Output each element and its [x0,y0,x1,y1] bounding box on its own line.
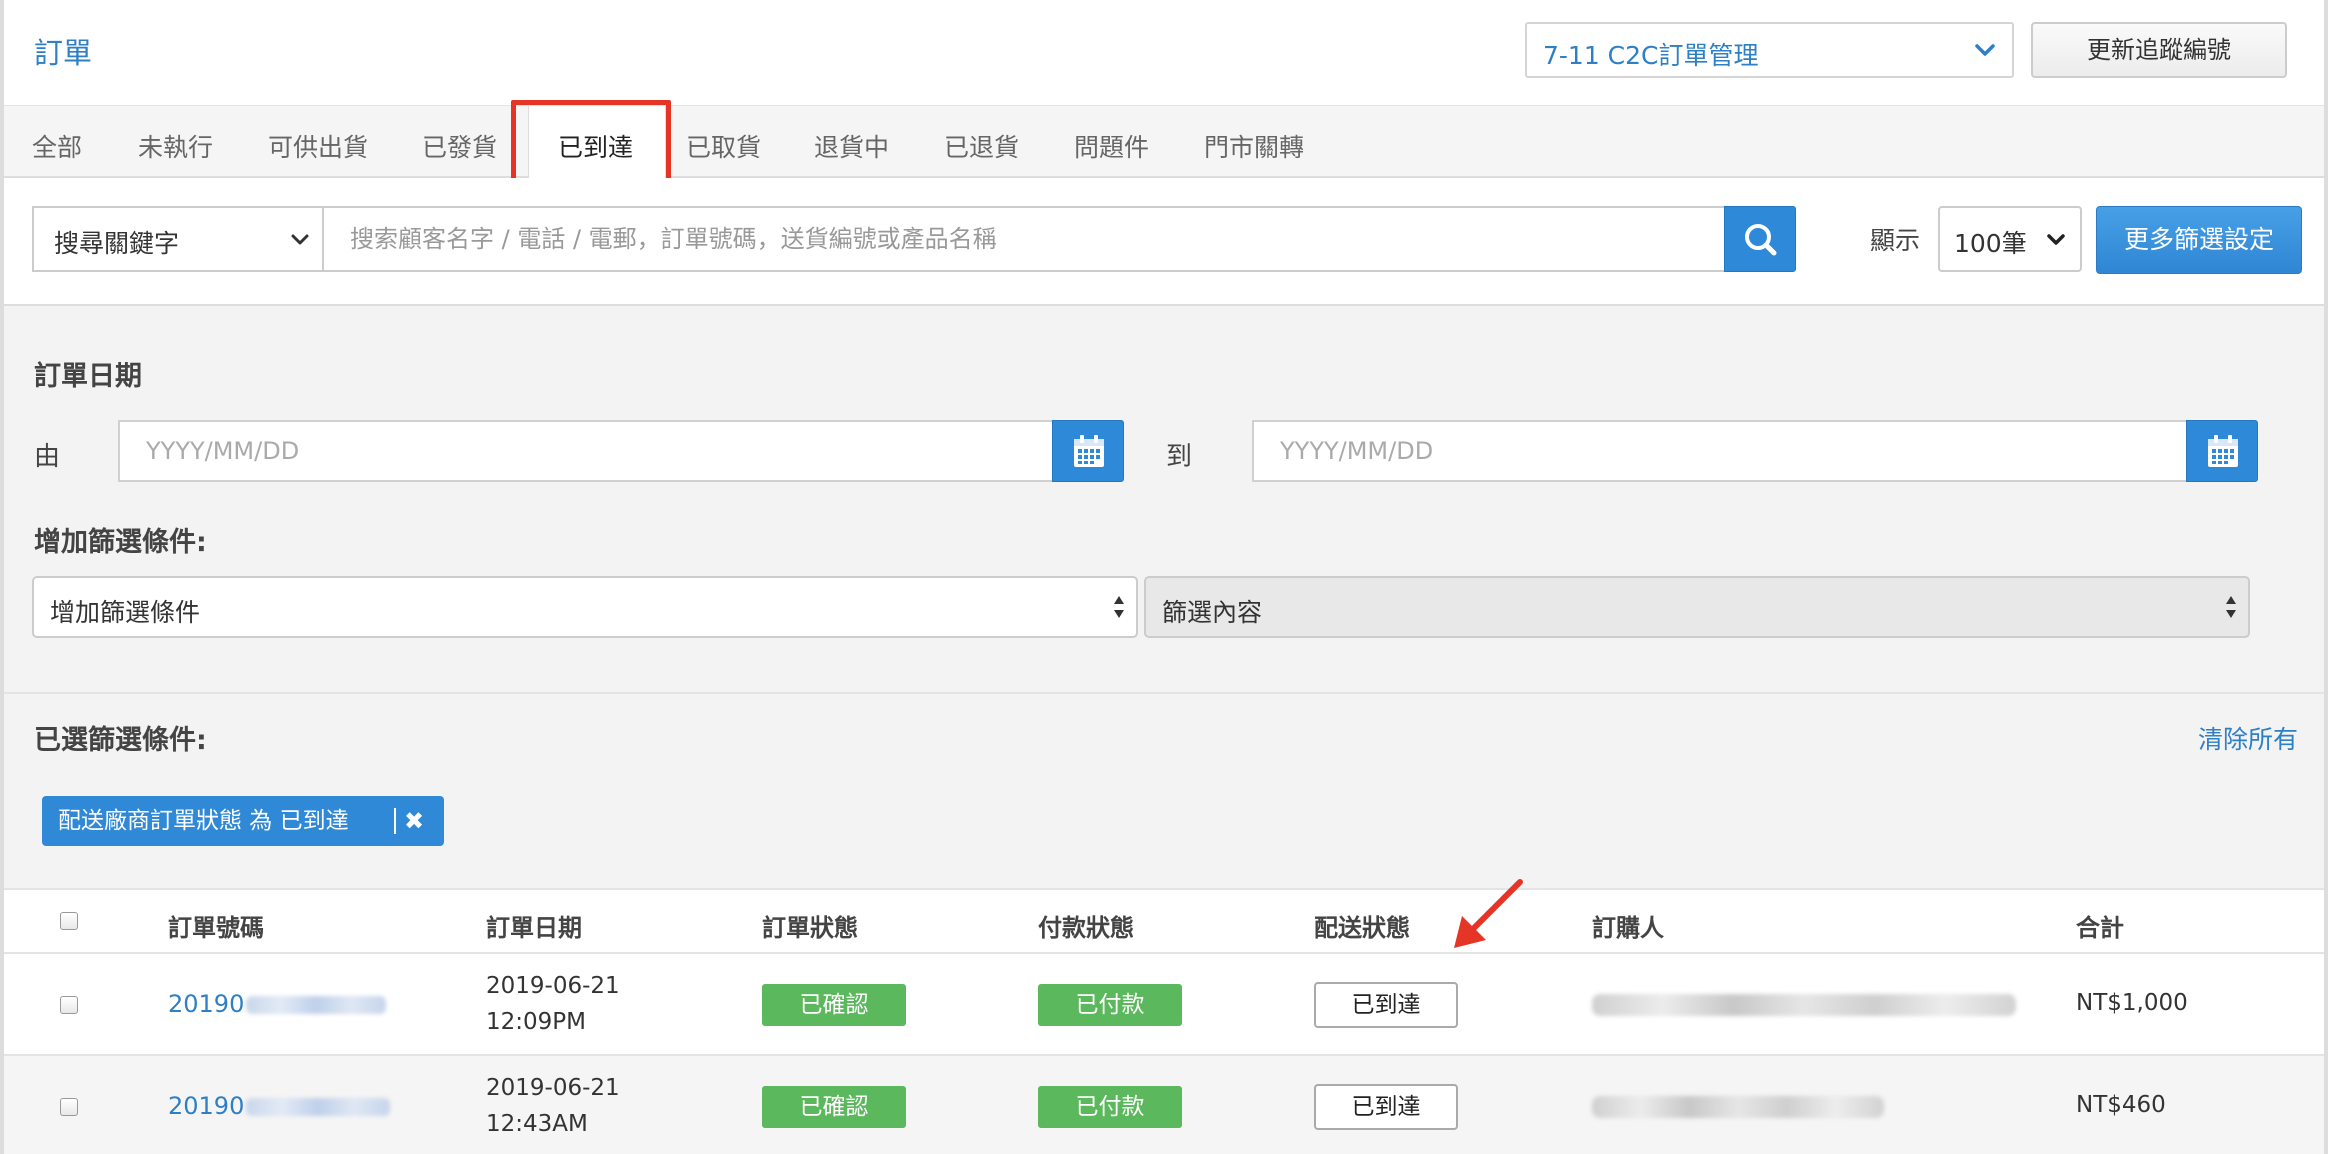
column-header-buyer: 訂購人 [1592,914,1664,942]
table-row: 20190 2019-06-21 12:43AM 已確認 已付款 已到達 NT$4… [4,1056,2324,1154]
order-date-heading: 訂單日期 [34,361,142,392]
chevron-down-icon [2046,230,2066,254]
condition-content-value: 篩選內容 [1162,598,1263,627]
column-header-total: 合計 [2076,914,2124,942]
status-tabs: 全部 未執行 可供出貨 已發貨 已到達 已取貨 退貨中 已退貨 問題件 門市關轉 [4,106,2324,178]
tab-picked-up[interactable]: 已取貨 [686,128,761,164]
clear-all-link[interactable]: 清除所有 [2198,720,2298,756]
chip-separator [394,808,396,834]
column-header-order-number: 訂單號碼 [168,914,264,942]
search-input[interactable] [322,206,1726,272]
tab-returning[interactable]: 退貨中 [814,128,889,164]
filter-panel: 訂單日期 由 到 增加篩選條件: 增加篩選條件 篩選內容 已選篩選條件: 清除所… [4,306,2324,888]
calendar-icon [2208,435,2238,467]
row-checkbox[interactable] [60,1098,78,1116]
condition-select-value: 增加篩選條件 [50,598,201,627]
column-header-order-status: 訂單狀態 [762,914,858,942]
redacted-blur [246,996,387,1014]
date-to-calendar-button[interactable] [2186,420,2258,482]
page-size-select[interactable]: 100筆 [1938,206,2082,272]
search-bar: 搜尋關鍵字 顯示 100筆 更多篩選設定 [4,178,2324,306]
table-header: 訂單號碼 訂單日期 訂單狀態 付款狀態 配送狀態 訂購人 合計 [4,890,2324,954]
section-divider [4,692,2324,694]
search-button[interactable] [1724,206,1796,272]
tab-ready-to-ship[interactable]: 可供出貨 [268,128,368,164]
page-title: 訂單 [34,36,93,70]
delivery-status-badge[interactable]: 已到達 [1314,982,1458,1028]
active-tab-highlight-box [511,100,671,186]
tab-problem[interactable]: 問題件 [1074,128,1149,164]
order-total: NT$1,000 [2076,990,2188,1016]
page-size-value: 100筆 [1954,229,2027,258]
chevron-down-icon [1974,39,1996,65]
column-header-delivery-status: 配送狀態 [1314,914,1410,942]
payment-status-badge: 已付款 [1038,984,1182,1026]
order-number-visible: 20190 [168,1092,245,1120]
order-date: 2019-06-21 [486,973,620,999]
buyer-redacted [1592,1096,1884,1118]
page-size-label: 顯示 [1870,226,1921,255]
keyword-type-value: 搜尋關鍵字 [54,229,180,258]
keyword-type-select[interactable]: 搜尋關鍵字 [32,206,324,272]
orders-table: 訂單號碼 訂單日期 訂單狀態 付款狀態 配送狀態 訂購人 合計 20190 20… [4,888,2324,1154]
close-icon[interactable]: ✖ [404,796,424,846]
order-status-badge: 已確認 [762,984,906,1026]
order-number-link[interactable]: 20190 [168,990,387,1018]
shop-select-value: 7-11 C2C訂單管理 [1543,41,1759,70]
condition-select[interactable]: 增加篩選條件 [32,576,1138,638]
order-time: 12:09PM [486,1009,586,1035]
add-condition-heading: 增加篩選條件: [34,527,207,558]
filter-chip: 配送廠商訂單狀態 為 已到達 ✖ [42,796,444,846]
column-header-order-date: 訂單日期 [486,914,582,942]
selected-conditions-heading: 已選篩選條件: [34,725,207,756]
page-header: 訂單 7-11 C2C訂單管理 更新追蹤編號 [4,0,2324,106]
column-header-payment-status: 付款狀態 [1038,914,1134,942]
filter-chip-label: 配送廠商訂單狀態 為 已到達 [58,808,349,834]
select-all-checkbox[interactable] [60,912,78,930]
payment-status-badge: 已付款 [1038,1086,1182,1128]
search-icon [1725,224,1797,277]
order-time: 12:43AM [486,1111,588,1137]
redacted-blur [246,1098,391,1116]
order-number-link[interactable]: 20190 [168,1092,391,1120]
update-tracking-button[interactable]: 更新追蹤編號 [2031,22,2287,78]
annotation-arrow-icon [1454,879,1523,948]
order-status-badge: 已確認 [762,1086,906,1128]
date-from-input[interactable] [118,420,1058,482]
tab-store-closed[interactable]: 門市關轉 [1204,128,1304,164]
condition-content-select[interactable]: 篩選內容 [1144,576,2250,638]
table-row: 20190 2019-06-21 12:09PM 已確認 已付款 已到達 NT$1… [4,954,2324,1056]
chevron-down-icon [290,230,310,254]
select-arrows-icon [2224,592,2238,626]
tab-shipped[interactable]: 已發貨 [422,128,497,164]
select-arrows-icon [1112,592,1126,626]
tab-all[interactable]: 全部 [32,128,82,164]
date-to-input[interactable] [1252,420,2192,482]
date-from-label: 由 [34,442,61,472]
tab-not-executed[interactable]: 未執行 [138,128,213,164]
row-checkbox[interactable] [60,996,78,1014]
date-to-label: 到 [1166,442,1193,472]
delivery-status-badge[interactable]: 已到達 [1314,1084,1458,1130]
tab-returned[interactable]: 已退貨 [944,128,1019,164]
order-number-visible: 20190 [168,990,245,1018]
order-datetime: 2019-06-21 12:09PM [486,968,620,1040]
order-datetime: 2019-06-21 12:43AM [486,1070,620,1142]
date-from-calendar-button[interactable] [1052,420,1124,482]
order-date: 2019-06-21 [486,1075,620,1101]
more-filter-settings-button[interactable]: 更多篩選設定 [2096,206,2302,274]
shop-select[interactable]: 7-11 C2C訂單管理 [1525,22,2014,78]
order-total: NT$460 [2076,1092,2166,1118]
calendar-icon [1074,435,1104,467]
buyer-redacted [1592,994,2016,1016]
